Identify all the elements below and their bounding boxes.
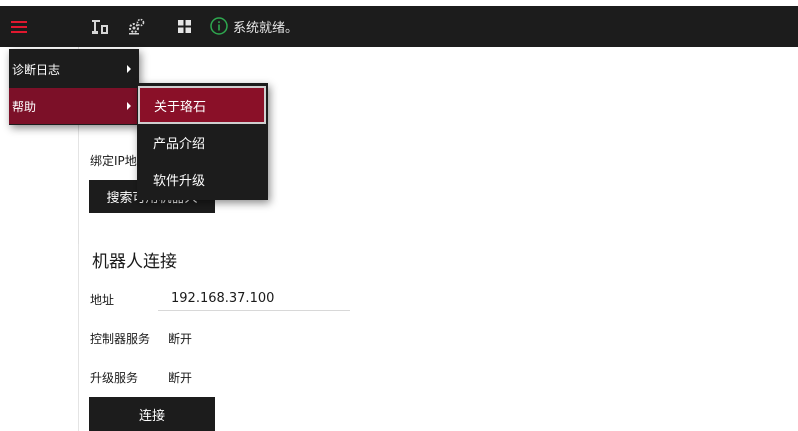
menu-item-diagnostic-log[interactable]: 诊断日志 [9,51,139,87]
chevron-right-icon [127,65,131,73]
status-text: 系统就绪。 [233,20,299,36]
controller-service-label: 控制器服务 [90,332,151,346]
chevron-right-icon [127,102,131,110]
hamburger-menu-icon [11,20,27,33]
settings-button[interactable] [121,12,151,41]
help-submenu: 关于珞石 产品介绍 软件升级 [137,83,268,200]
dashboard-button[interactable] [172,12,196,41]
info-icon [210,17,228,35]
section-title: 机器人连接 [92,252,177,272]
top-toolbar: 系统就绪。 [0,0,798,47]
section-divider [78,244,79,431]
robot-arm-icon [92,19,108,34]
section-divider [78,130,79,230]
address-input[interactable] [158,286,350,311]
status-indicator: 系统就绪。 [210,15,298,37]
main-menu-dropdown: 诊断日志 帮助 [9,49,139,125]
controller-service-status: 断开 [168,332,193,346]
grid-icon [177,20,191,33]
menu-item-help[interactable]: 帮助 [9,88,139,124]
menu-item-label: 诊断日志 [12,62,61,77]
main-menu-button[interactable] [0,12,38,41]
connect-button[interactable]: 连接 [89,397,215,431]
address-label: 地址 [90,293,115,307]
gears-icon [129,18,145,34]
submenu-item-label: 软件升级 [153,173,206,189]
submenu-item-product-intro[interactable]: 产品介绍 [137,123,268,161]
menu-item-label: 帮助 [12,99,37,114]
submenu-item-label: 产品介绍 [153,136,206,152]
upgrade-service-status: 断开 [168,371,193,385]
submenu-item-label: 关于珞石 [154,99,207,115]
upgrade-service-label: 升级服务 [90,371,139,385]
submenu-item-software-upgrade[interactable]: 软件升级 [137,160,268,198]
submenu-item-about[interactable]: 关于珞石 [138,86,266,124]
robot-arm-button[interactable] [85,12,115,41]
